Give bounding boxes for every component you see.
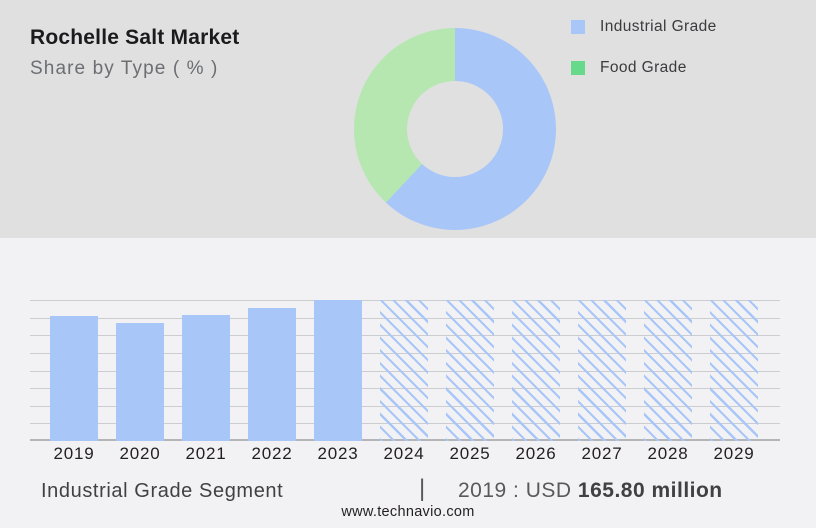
legend-label-food-grade: Food Grade — [600, 59, 687, 76]
bar-2019 — [50, 316, 98, 441]
year-label-2029: 2029 — [713, 444, 755, 463]
website-url: www.technavio.com — [341, 504, 475, 520]
page-subtitle: Share by Type ( % ) — [30, 58, 219, 79]
donut-hole — [407, 81, 503, 177]
year-label-2027: 2027 — [581, 444, 623, 463]
bar-2027 — [578, 300, 626, 441]
year-label-2021: 2021 — [185, 444, 227, 463]
legend-item-food-grade: Food Grade — [571, 54, 717, 82]
donut-chart — [354, 28, 556, 230]
year-label-2022: 2022 — [251, 444, 293, 463]
bar-2028 — [644, 300, 692, 441]
segment-caption: Industrial Grade Segment — [41, 480, 284, 502]
bar-2022 — [248, 308, 296, 441]
legend: Industrial Grade Food Grade — [571, 13, 717, 95]
infographic-canvas: Rochelle Salt Market Share by Type ( % )… — [0, 0, 816, 528]
legend-label-industrial-grade: Industrial Grade — [600, 18, 717, 35]
anchor-value-text: 2019 : USD 165.80 million — [458, 479, 723, 503]
legend-swatch-industrial-grade-icon — [571, 20, 585, 34]
bar-2021 — [182, 315, 230, 441]
year-label-2025: 2025 — [449, 444, 491, 463]
year-label-2024: 2024 — [383, 444, 425, 463]
footer-separator: | — [419, 475, 426, 502]
year-label-2023: 2023 — [317, 444, 359, 463]
bottom-section: 2019 2020 2021 2022 2023 2024 2025 2026 2027 2028… — [0, 238, 816, 528]
bar-chart-plot — [30, 300, 780, 441]
year-labels: 2019 2020 2021 2022 2023 2024 2025 2026 2027 2028… — [41, 444, 767, 464]
page-title: Rochelle Salt Market — [30, 26, 240, 49]
top-section: Rochelle Salt Market Share by Type ( % )… — [0, 0, 816, 238]
bar-2024 — [380, 300, 428, 441]
year-label-2020: 2020 — [119, 444, 161, 463]
anchor-value-amount: 165.80 million — [577, 479, 723, 502]
bar-2023 — [314, 300, 362, 441]
anchor-value-prefix: 2019 : USD — [458, 479, 578, 502]
bar-2026 — [512, 300, 560, 441]
year-label-2026: 2026 — [515, 444, 557, 463]
bar-2029 — [710, 300, 758, 441]
bar-2020 — [116, 323, 164, 441]
bar-2025 — [446, 300, 494, 441]
legend-swatch-food-grade-icon — [571, 61, 585, 75]
year-label-2019: 2019 — [53, 444, 95, 463]
year-label-2028: 2028 — [647, 444, 689, 463]
legend-item-industrial-grade: Industrial Grade — [571, 13, 717, 41]
